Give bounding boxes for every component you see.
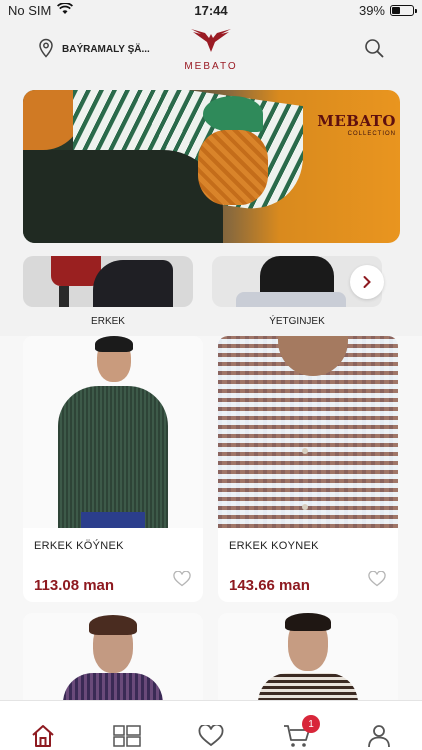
product-grid: ERKEK KÖÝNEK 113.08 man ERKEK KOYNEK 143… <box>0 336 422 700</box>
category-carousel: ERKEK ÝETGINJEK <box>0 256 422 336</box>
nav-profile[interactable] <box>364 723 394 749</box>
product-name: ERKEK KÖÝNEK <box>34 540 124 552</box>
location-pin-icon <box>38 38 54 61</box>
logo-text: MEBATO <box>184 61 238 72</box>
nav-favorites[interactable] <box>196 723 226 749</box>
product-card[interactable]: ERKEK KÖÝNEK 113.08 man <box>23 336 203 602</box>
location-label: BAÝRAMALY ŞÄ... <box>62 44 150 55</box>
favorite-button[interactable] <box>173 570 191 592</box>
banner-brand: MEBATO COLLECTION <box>317 112 396 137</box>
product-image <box>23 613 203 700</box>
search-button[interactable] <box>364 38 384 63</box>
bottom-nav: 1 <box>0 700 422 750</box>
product-image <box>23 336 203 528</box>
category-label: ÝETGINJEK <box>269 316 325 327</box>
category-item-erkek[interactable]: ERKEK <box>23 256 193 327</box>
nav-home[interactable] <box>28 723 58 749</box>
banner-brand-title: MEBATO <box>317 112 396 130</box>
category-image <box>23 256 193 307</box>
battery-percent: 39% <box>358 3 385 18</box>
product-name: ERKEK KOYNEK <box>229 540 319 552</box>
product-card[interactable] <box>218 613 398 700</box>
status-bar: No SIM 17:44 39% <box>0 0 422 20</box>
banner-brand-sub: COLLECTION <box>347 131 396 137</box>
heart-icon <box>368 570 386 587</box>
heart-icon <box>173 570 191 587</box>
search-icon <box>365 39 384 58</box>
nav-catalog[interactable] <box>112 723 142 749</box>
home-icon <box>32 725 54 747</box>
promo-banner[interactable]: MEBATO COLLECTION <box>23 90 400 243</box>
product-image <box>218 613 398 700</box>
cart-badge: 1 <box>302 715 320 733</box>
battery-icon <box>390 5 417 16</box>
nav-cart[interactable]: 1 <box>282 715 320 749</box>
product-card[interactable]: ERKEK KOYNEK 143.66 man <box>218 336 398 602</box>
favorite-button[interactable] <box>368 570 386 592</box>
chevron-right-icon <box>363 276 371 288</box>
category-label: ERKEK <box>91 316 125 327</box>
category-next-button[interactable] <box>350 265 384 299</box>
product-image <box>218 336 398 528</box>
location-selector[interactable]: BAÝRAMALY ŞÄ... <box>38 38 150 61</box>
favorites-icon <box>198 725 224 747</box>
eagle-logo <box>191 29 231 52</box>
header: BAÝRAMALY ŞÄ... MEBATO <box>0 20 422 80</box>
profile-icon <box>368 725 390 748</box>
brand-logo[interactable]: MEBATO <box>181 28 241 74</box>
catalog-icon <box>113 725 141 747</box>
product-card[interactable] <box>23 613 203 700</box>
